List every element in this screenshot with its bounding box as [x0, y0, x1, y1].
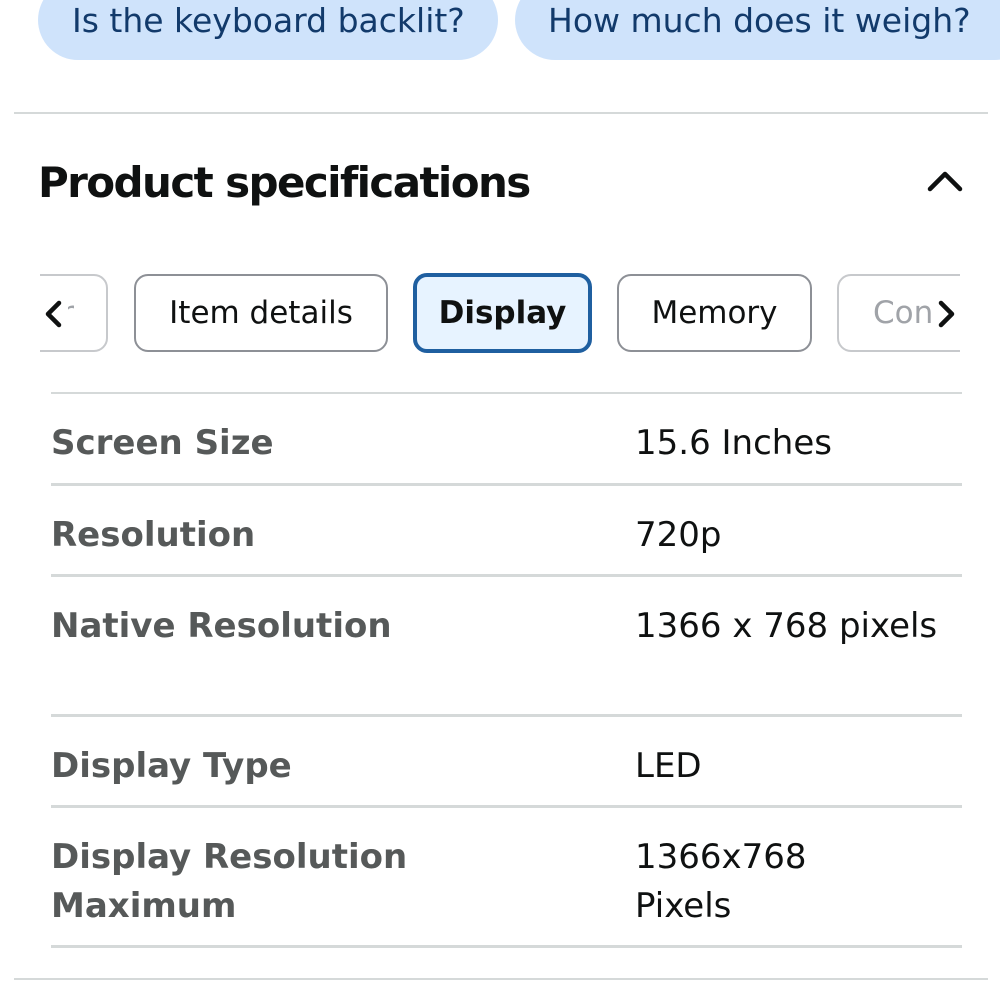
spec-value: 1366x768 Pixels: [635, 837, 807, 926]
tab-item-details[interactable]: Item details: [134, 274, 388, 352]
spec-table: Screen Size 15.6 Inches Resolution 720p …: [51, 392, 962, 948]
chevron-left-icon: [45, 300, 62, 328]
spec-key: Display Resolution Maximum: [51, 837, 408, 926]
spec-row: Display Resolution Maximum 1366x768 Pixe…: [51, 808, 962, 948]
section-divider-bottom: [14, 978, 988, 980]
section-divider-top: [14, 112, 988, 114]
tab-display[interactable]: Display: [413, 273, 592, 353]
spec-value: 1366 x 768 pixels: [635, 606, 938, 646]
spec-key: Screen Size: [51, 423, 274, 463]
spec-value: 720p: [635, 515, 722, 555]
tab-memory[interactable]: Memory: [617, 274, 812, 352]
spec-row: Display Type LED: [51, 717, 962, 808]
tabs-scroll-left-button[interactable]: [40, 290, 68, 338]
spec-value: LED: [635, 746, 702, 786]
suggested-questions-row: Is the keyboard backlit? How much does i…: [38, 0, 1000, 60]
question-chip-keyboard-backlit[interactable]: Is the keyboard backlit?: [38, 0, 498, 60]
spec-value: 15.6 Inches: [635, 423, 832, 463]
spec-row: Screen Size 15.6 Inches: [51, 394, 962, 486]
spec-tabs-strip: r Item details Display Memory Con: [40, 270, 960, 358]
tabs-scroll-right-button[interactable]: [932, 290, 960, 338]
spec-key: Display Type: [51, 746, 292, 786]
spec-row: Native Resolution 1366 x 768 pixels: [51, 577, 962, 717]
chevron-up-icon: [927, 171, 963, 192]
spec-row: Resolution 720p: [51, 486, 962, 577]
spec-key: Resolution: [51, 515, 256, 555]
spec-key: Native Resolution: [51, 606, 392, 646]
collapse-toggle-button[interactable]: [920, 160, 970, 204]
question-chip-weight[interactable]: How much does it weigh?: [515, 0, 1000, 60]
chevron-right-icon: [938, 300, 955, 328]
section-title: Product specifications: [38, 158, 531, 207]
